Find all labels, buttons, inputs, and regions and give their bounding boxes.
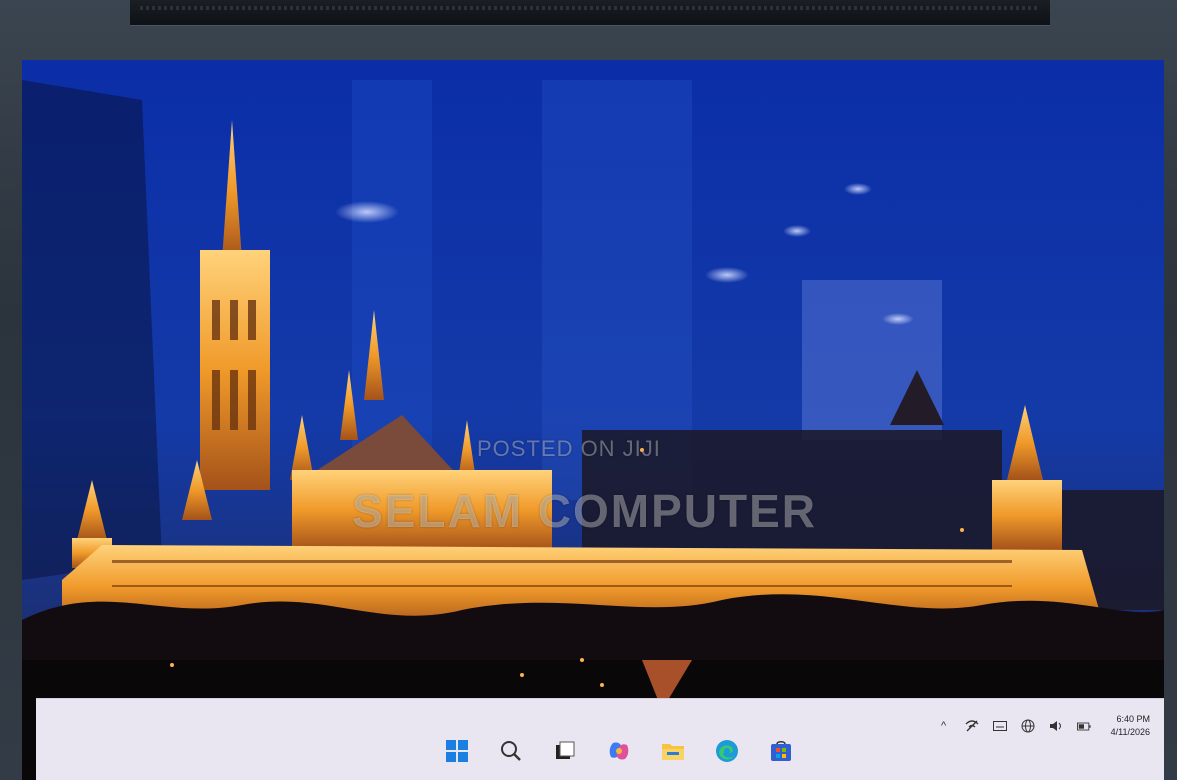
show-hidden-icons-chevron[interactable]: ^ xyxy=(937,719,951,733)
desktop-wallpaper xyxy=(22,60,1164,780)
microsoft-store-icon[interactable] xyxy=(765,737,797,765)
globe-language-icon[interactable] xyxy=(1021,719,1035,733)
copilot-icon[interactable] xyxy=(603,737,635,765)
task-view-icon[interactable] xyxy=(549,737,581,765)
watermark-posted-on: POSTED ON JIJI xyxy=(477,436,661,461)
edge-browser-icon[interactable] xyxy=(711,737,743,765)
keyboard-icon[interactable] xyxy=(992,719,1007,733)
volume-icon[interactable] xyxy=(1049,719,1063,733)
system-tray: ^ 6:40 PM 4/11/2026 xyxy=(937,713,1150,739)
file-explorer-icon[interactable] xyxy=(657,737,689,765)
watermark-shop-name: SELAM COMPUTER xyxy=(352,485,817,537)
clock-date: 4/11/2026 xyxy=(1110,727,1150,737)
battery-icon[interactable] xyxy=(1076,719,1091,733)
desktop-screen: POSTED ON JIJI SELAM COMPUTER ^ 6:40 PM … xyxy=(22,60,1164,780)
windows-start-icon[interactable] xyxy=(441,737,473,765)
taskbar-pinned-apps xyxy=(441,737,797,765)
clock-time: 6:40 PM xyxy=(1116,714,1150,724)
network-off-icon[interactable] xyxy=(965,719,979,733)
search-icon[interactable] xyxy=(495,737,527,765)
clock[interactable]: 6:40 PM 4/11/2026 xyxy=(1111,713,1150,739)
laptop-hinge xyxy=(130,0,1050,26)
taskbar: ^ 6:40 PM 4/11/2026 xyxy=(36,698,1164,780)
